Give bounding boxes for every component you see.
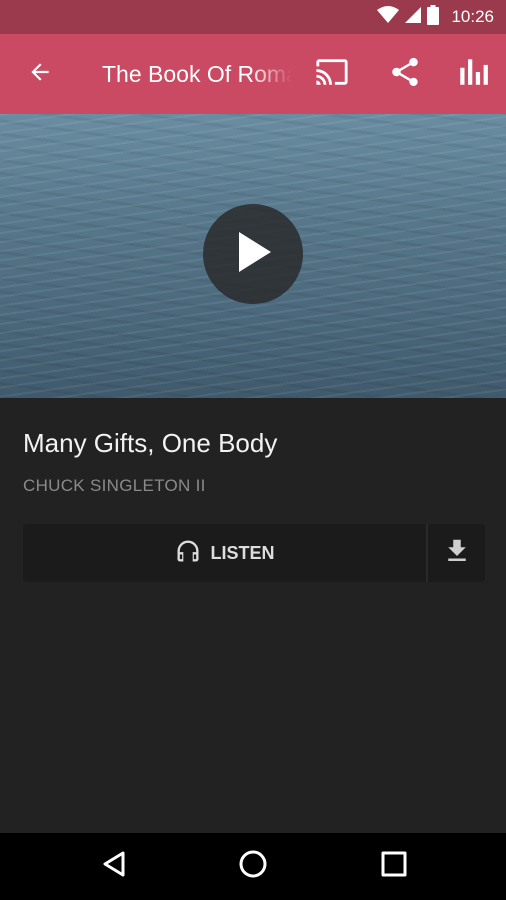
- signal-icon: [405, 6, 422, 29]
- back-triangle-icon: [101, 850, 127, 883]
- equalizer-button[interactable]: [443, 34, 503, 114]
- equalizer-icon: [456, 55, 490, 94]
- nav-back-button[interactable]: [74, 833, 154, 900]
- listen-label: LISTEN: [210, 542, 275, 563]
- battery-icon: [427, 4, 440, 30]
- share-button[interactable]: [375, 34, 435, 114]
- home-circle-icon: [238, 849, 268, 884]
- listen-card: LISTEN: [23, 524, 485, 582]
- download-button[interactable]: [428, 524, 485, 582]
- sermon-details: Many Gifts, One Body CHUCK SINGLETON II …: [0, 398, 506, 833]
- page-title: The Book Of Romans: [102, 61, 292, 87]
- arrow-left-icon: [27, 59, 53, 90]
- cast-button[interactable]: [302, 34, 362, 114]
- nav-home-button[interactable]: [213, 833, 293, 900]
- status-bar: 10:26: [0, 0, 506, 34]
- share-icon: [388, 55, 422, 94]
- back-button[interactable]: [0, 34, 80, 114]
- play-icon: [233, 230, 273, 279]
- system-nav-bar: [0, 833, 506, 900]
- speaker-name: CHUCK SINGLETON II: [23, 476, 206, 495]
- sermon-title: Many Gifts, One Body: [23, 428, 278, 458]
- download-icon: [442, 536, 472, 571]
- cast-icon: [315, 55, 349, 94]
- headphones-icon: [174, 537, 202, 570]
- nav-recents-button[interactable]: [354, 833, 434, 900]
- wifi-icon: [377, 5, 400, 29]
- listen-button[interactable]: LISTEN: [23, 524, 426, 582]
- play-button[interactable]: [203, 204, 303, 304]
- status-time: 10:26: [451, 7, 494, 26]
- recents-square-icon: [381, 851, 407, 882]
- app-bar: The Book Of Romans: [0, 34, 506, 114]
- hero-image: [0, 114, 506, 398]
